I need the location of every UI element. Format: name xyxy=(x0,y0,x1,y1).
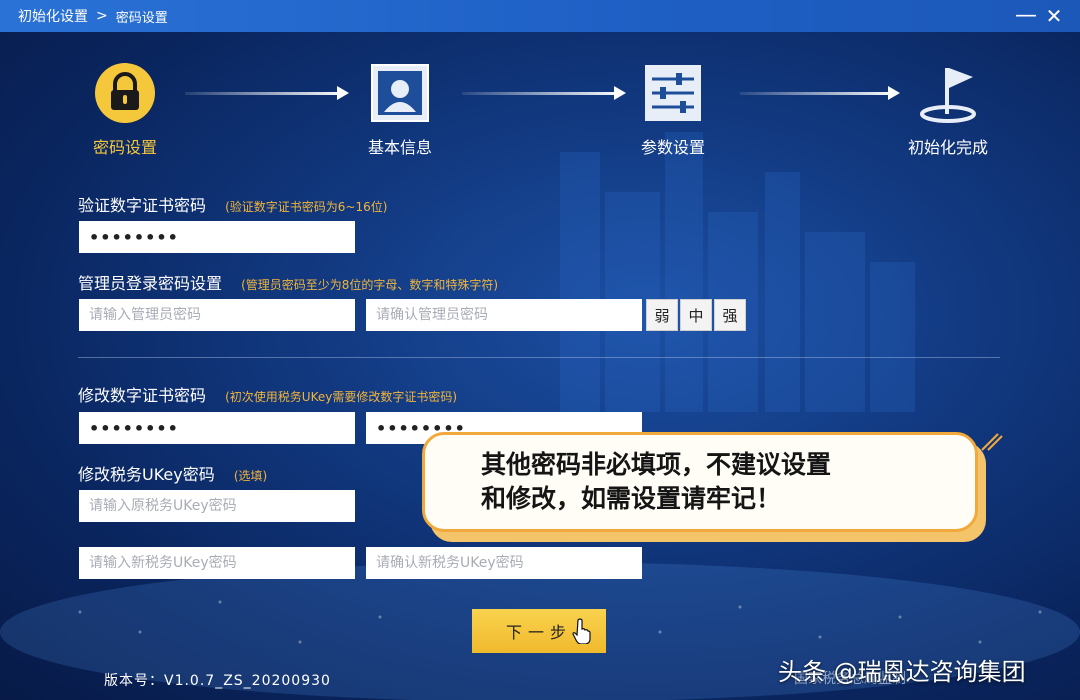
ukey-new-password-confirm-input[interactable] xyxy=(366,547,642,579)
step-label: 参数设置 xyxy=(640,138,705,157)
step-arrow xyxy=(185,86,349,100)
step-basic-info: 基本信息 xyxy=(355,62,445,158)
ukey-password-label: 修改税务UKey密码 xyxy=(78,465,215,484)
step-parameters: 参数设置 xyxy=(628,62,718,158)
watermark-text: 头条 @瑞恩达咨询集团 xyxy=(778,658,1026,686)
step-arrow xyxy=(740,86,900,100)
password-strength-meter: 弱 中 强 xyxy=(646,299,746,331)
ukey-old-password-input[interactable] xyxy=(79,490,355,522)
ukey-new-password-input[interactable] xyxy=(79,547,355,579)
breadcrumb-separator: > xyxy=(96,8,108,24)
flag-icon xyxy=(920,68,976,123)
ukey-password-section: 修改税务UKey密码 (选填) xyxy=(78,461,267,485)
admin-password-input[interactable] xyxy=(79,299,355,331)
lock-icon xyxy=(95,63,155,123)
step-arrow xyxy=(462,86,626,100)
version-text: 版本号：V1.0.7_ZS_20200930 xyxy=(104,673,331,689)
ukey-password-hint: (选填) xyxy=(233,469,268,483)
step-label: 初始化完成 xyxy=(907,138,988,157)
verify-cert-hint: (验证数字证书密码为6~16位) xyxy=(225,200,388,214)
tip-line-1: 其他密码非必填项，不建议设置 xyxy=(481,450,832,479)
sparkle-icon xyxy=(981,433,1003,451)
step-password: 密码设置 xyxy=(80,62,170,158)
step-complete: 初始化完成 xyxy=(900,62,996,158)
admin-password-confirm-input[interactable] xyxy=(366,299,642,331)
sliders-icon xyxy=(645,65,701,121)
step-label: 基本信息 xyxy=(367,138,432,157)
strength-strong: 强 xyxy=(714,299,746,331)
admin-password-hint: (管理员密码至少为8位的字母、数字和特殊字符) xyxy=(241,278,499,292)
admin-password-section: 管理员登录密码设置 (管理员密码至少为8位的字母、数字和特殊字符) xyxy=(78,270,498,294)
tip-callout: 其他密码非必填项，不建议设置 和修改，如需设置请牢记！ xyxy=(422,432,978,532)
strength-weak: 弱 xyxy=(646,299,678,331)
section-divider xyxy=(78,357,1000,358)
modify-cert-section: 修改数字证书密码 (初次使用税务UKey需要修改数字证书密码) xyxy=(78,382,457,406)
minimize-button[interactable]: — xyxy=(1014,4,1038,28)
close-button[interactable]: ✕ xyxy=(1042,4,1066,28)
id-card-icon xyxy=(371,64,429,122)
breadcrumb-root: 初始化设置 xyxy=(18,9,88,25)
step-label: 密码设置 xyxy=(92,138,157,157)
modify-cert-label: 修改数字证书密码 xyxy=(78,386,207,405)
breadcrumb-current: 密码设置 xyxy=(115,10,168,26)
verify-cert-label: 验证数字证书密码 xyxy=(78,196,207,215)
admin-password-label: 管理员登录密码设置 xyxy=(78,274,223,293)
verify-cert-section: 验证数字证书密码 (验证数字证书密码为6~16位) xyxy=(78,192,387,216)
hand-cursor-icon xyxy=(572,618,591,644)
tip-line-2: 和修改，如需设置请牢记！ xyxy=(481,484,782,513)
title-bar: 初始化设置 > 密码设置 xyxy=(0,0,1080,32)
modify-cert-hint: (初次使用税务UKey需要修改数字证书密码) xyxy=(225,390,458,404)
modify-cert-password-input[interactable] xyxy=(79,412,355,444)
strength-medium: 中 xyxy=(680,299,712,331)
verify-cert-password-input[interactable] xyxy=(79,221,355,253)
